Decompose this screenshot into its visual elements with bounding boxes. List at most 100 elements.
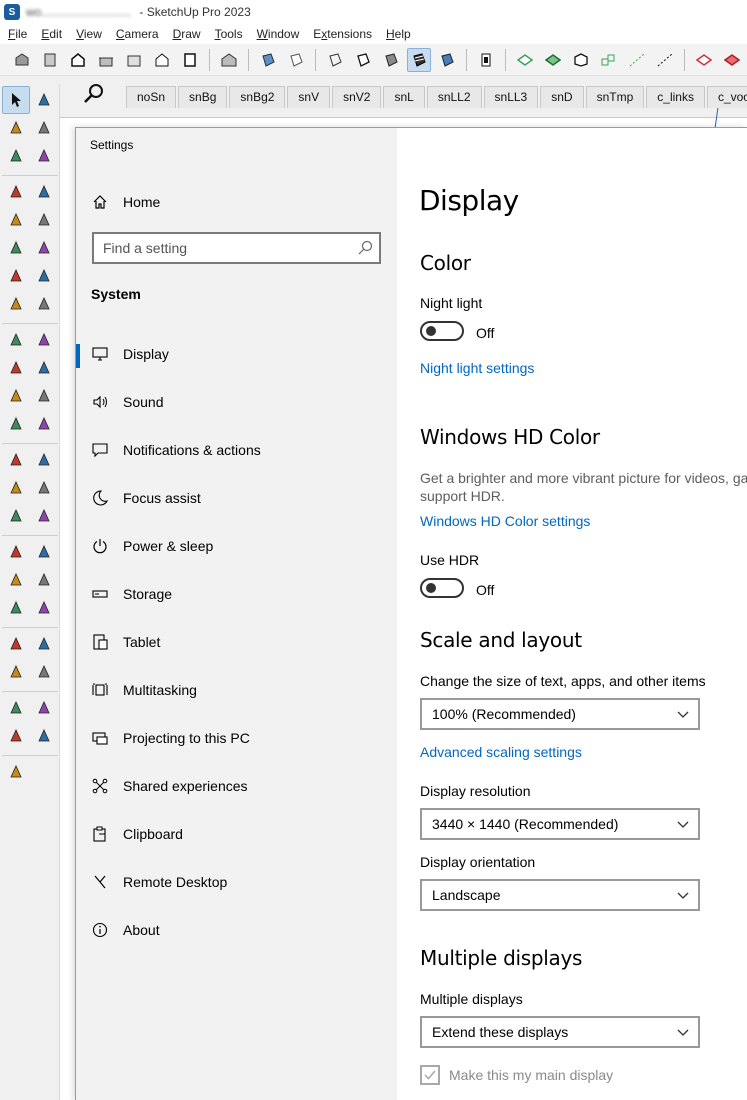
scene-tab[interactable]: c_voor [706, 86, 747, 108]
scene-tab[interactable]: snTmp [585, 86, 645, 108]
text-tool-icon[interactable] [30, 474, 58, 502]
scale-tool-icon[interactable] [2, 382, 30, 410]
orbit-tool-icon[interactable] [2, 538, 30, 566]
main-display-checkbox[interactable] [420, 1065, 440, 1085]
shaded-style-icon[interactable] [379, 48, 403, 72]
rotated-rectangle-icon[interactable] [30, 206, 58, 234]
menu-camera[interactable]: Camera [108, 27, 165, 41]
views-left-icon[interactable] [150, 48, 174, 72]
menu-edit[interactable]: Edit [33, 27, 68, 41]
nav-item-display[interactable]: Display [76, 330, 397, 378]
nav-item-sound[interactable]: Sound [76, 378, 397, 426]
nav-item-focus-assist[interactable]: Focus assist [76, 474, 397, 522]
follow-me-icon[interactable] [30, 354, 58, 382]
tag-tool-icon[interactable] [30, 142, 58, 170]
scene-tab[interactable]: snD [540, 86, 584, 108]
freehand-tool-icon[interactable] [30, 178, 58, 206]
move-tool-icon[interactable] [2, 326, 30, 354]
scene-tab[interactable]: noSn [126, 86, 177, 108]
layer-filled-icon[interactable] [541, 48, 565, 72]
shaded-with-textures-style-icon[interactable] [407, 47, 431, 72]
advanced-scaling-link[interactable]: Advanced scaling settings [420, 744, 582, 760]
views-front-icon[interactable] [66, 48, 90, 72]
warehouse-icon[interactable] [217, 48, 241, 72]
views-bottom-icon[interactable] [178, 48, 202, 72]
zoom-window-icon[interactable] [30, 566, 58, 594]
menu-file[interactable]: File [0, 27, 33, 41]
nav-item-projecting-to-this-pc[interactable]: Projecting to this PC [76, 714, 397, 762]
hidden-line-style-icon[interactable] [351, 48, 375, 72]
nav-item-power-sleep[interactable]: Power & sleep [76, 522, 397, 570]
views-top-icon[interactable] [38, 48, 62, 72]
scene-search-icon[interactable] [82, 82, 106, 106]
nav-item-storage[interactable]: Storage [76, 570, 397, 618]
add-location-icon[interactable] [2, 758, 30, 786]
rotate-tool-icon[interactable] [2, 354, 30, 382]
line-tool-icon[interactable] [2, 178, 30, 206]
back-edges-style-icon[interactable] [284, 48, 308, 72]
scene-tab[interactable]: snV2 [332, 86, 382, 108]
monochrome-style-icon[interactable] [435, 48, 459, 72]
pan-tool-icon[interactable] [30, 538, 58, 566]
3d-text-icon[interactable] [30, 502, 58, 530]
offset-tool-icon[interactable] [30, 382, 58, 410]
red-layer-outline-icon[interactable] [692, 48, 716, 72]
hd-color-settings-link[interactable]: Windows HD Color settings [420, 513, 590, 529]
scene-tab[interactable]: snLL2 [426, 86, 482, 108]
dashed-lines-2-icon[interactable] [653, 48, 677, 72]
views-iso-icon[interactable] [10, 48, 34, 72]
polygon-tool-icon[interactable] [30, 234, 58, 262]
push-pull-icon[interactable] [30, 326, 58, 354]
orientation-dropdown[interactable]: Landscape [420, 879, 700, 911]
resolution-dropdown[interactable]: 3440 × 1440 (Recommended) [420, 808, 700, 840]
nav-item-tablet[interactable]: Tablet [76, 618, 397, 666]
scene-tab[interactable]: snLL3 [483, 86, 539, 108]
menu-draw[interactable]: Draw [165, 27, 207, 41]
nav-item-multitasking[interactable]: Multitasking [76, 666, 397, 714]
look-around-icon[interactable] [2, 658, 30, 686]
pie-tool-icon[interactable] [30, 262, 58, 290]
axes-icon[interactable] [2, 502, 30, 530]
settings-search-box[interactable] [92, 232, 381, 264]
search-icon[interactable] [357, 240, 373, 256]
three-point-arc-icon[interactable] [30, 290, 58, 318]
zoom-previous-icon[interactable] [30, 594, 58, 622]
scene-tab[interactable]: snBg [178, 86, 228, 108]
section-plane-tool-icon[interactable] [30, 658, 58, 686]
sandbox-from-scratch-icon[interactable] [30, 694, 58, 722]
nav-item-clipboard[interactable]: Clipboard [76, 810, 397, 858]
stamp-tool-icon[interactable] [30, 722, 58, 750]
scene-tab[interactable]: snL [383, 86, 425, 108]
wireframe-style-icon[interactable] [323, 48, 347, 72]
eraser-icon[interactable] [30, 114, 58, 142]
menu-extensions[interactable]: Extensions [305, 27, 378, 41]
rectangle-tool-icon[interactable] [2, 206, 30, 234]
views-back-icon[interactable] [122, 48, 146, 72]
tape-measure-icon[interactable] [2, 446, 30, 474]
smoove-tool-icon[interactable] [2, 722, 30, 750]
nav-item-shared-experiences[interactable]: Shared experiences [76, 762, 397, 810]
nav-item-remote-desktop[interactable]: Remote Desktop [76, 858, 397, 906]
night-light-settings-link[interactable]: Night light settings [420, 360, 534, 376]
dimension-tool-icon[interactable] [30, 446, 58, 474]
xray-style-icon[interactable] [256, 48, 280, 72]
menu-help[interactable]: Help [378, 27, 417, 41]
nav-item-notifications-actions[interactable]: Notifications & actions [76, 426, 397, 474]
axes-tool-icon[interactable] [2, 410, 30, 438]
make-component-icon[interactable] [2, 142, 30, 170]
circle-tool-icon[interactable] [2, 234, 30, 262]
nav-item-about[interactable]: About [76, 906, 397, 954]
use-hdr-toggle[interactable] [420, 578, 464, 598]
select-tool-icon[interactable] [2, 86, 30, 114]
zoom-tool-icon[interactable] [2, 566, 30, 594]
scale-dropdown[interactable]: 100% (Recommended) [420, 698, 700, 730]
lasso-select-tool-icon[interactable] [30, 86, 58, 114]
scene-tab[interactable]: snV [287, 86, 331, 108]
component-box-icon[interactable] [569, 48, 593, 72]
dashed-lines-icon[interactable] [625, 48, 649, 72]
two-point-arc-icon[interactable] [2, 290, 30, 318]
settings-search-input[interactable] [103, 239, 343, 257]
scene-tab[interactable]: snBg2 [229, 86, 286, 108]
sandbox-from-contours-icon[interactable] [2, 694, 30, 722]
nav-home[interactable]: Home [91, 190, 160, 214]
